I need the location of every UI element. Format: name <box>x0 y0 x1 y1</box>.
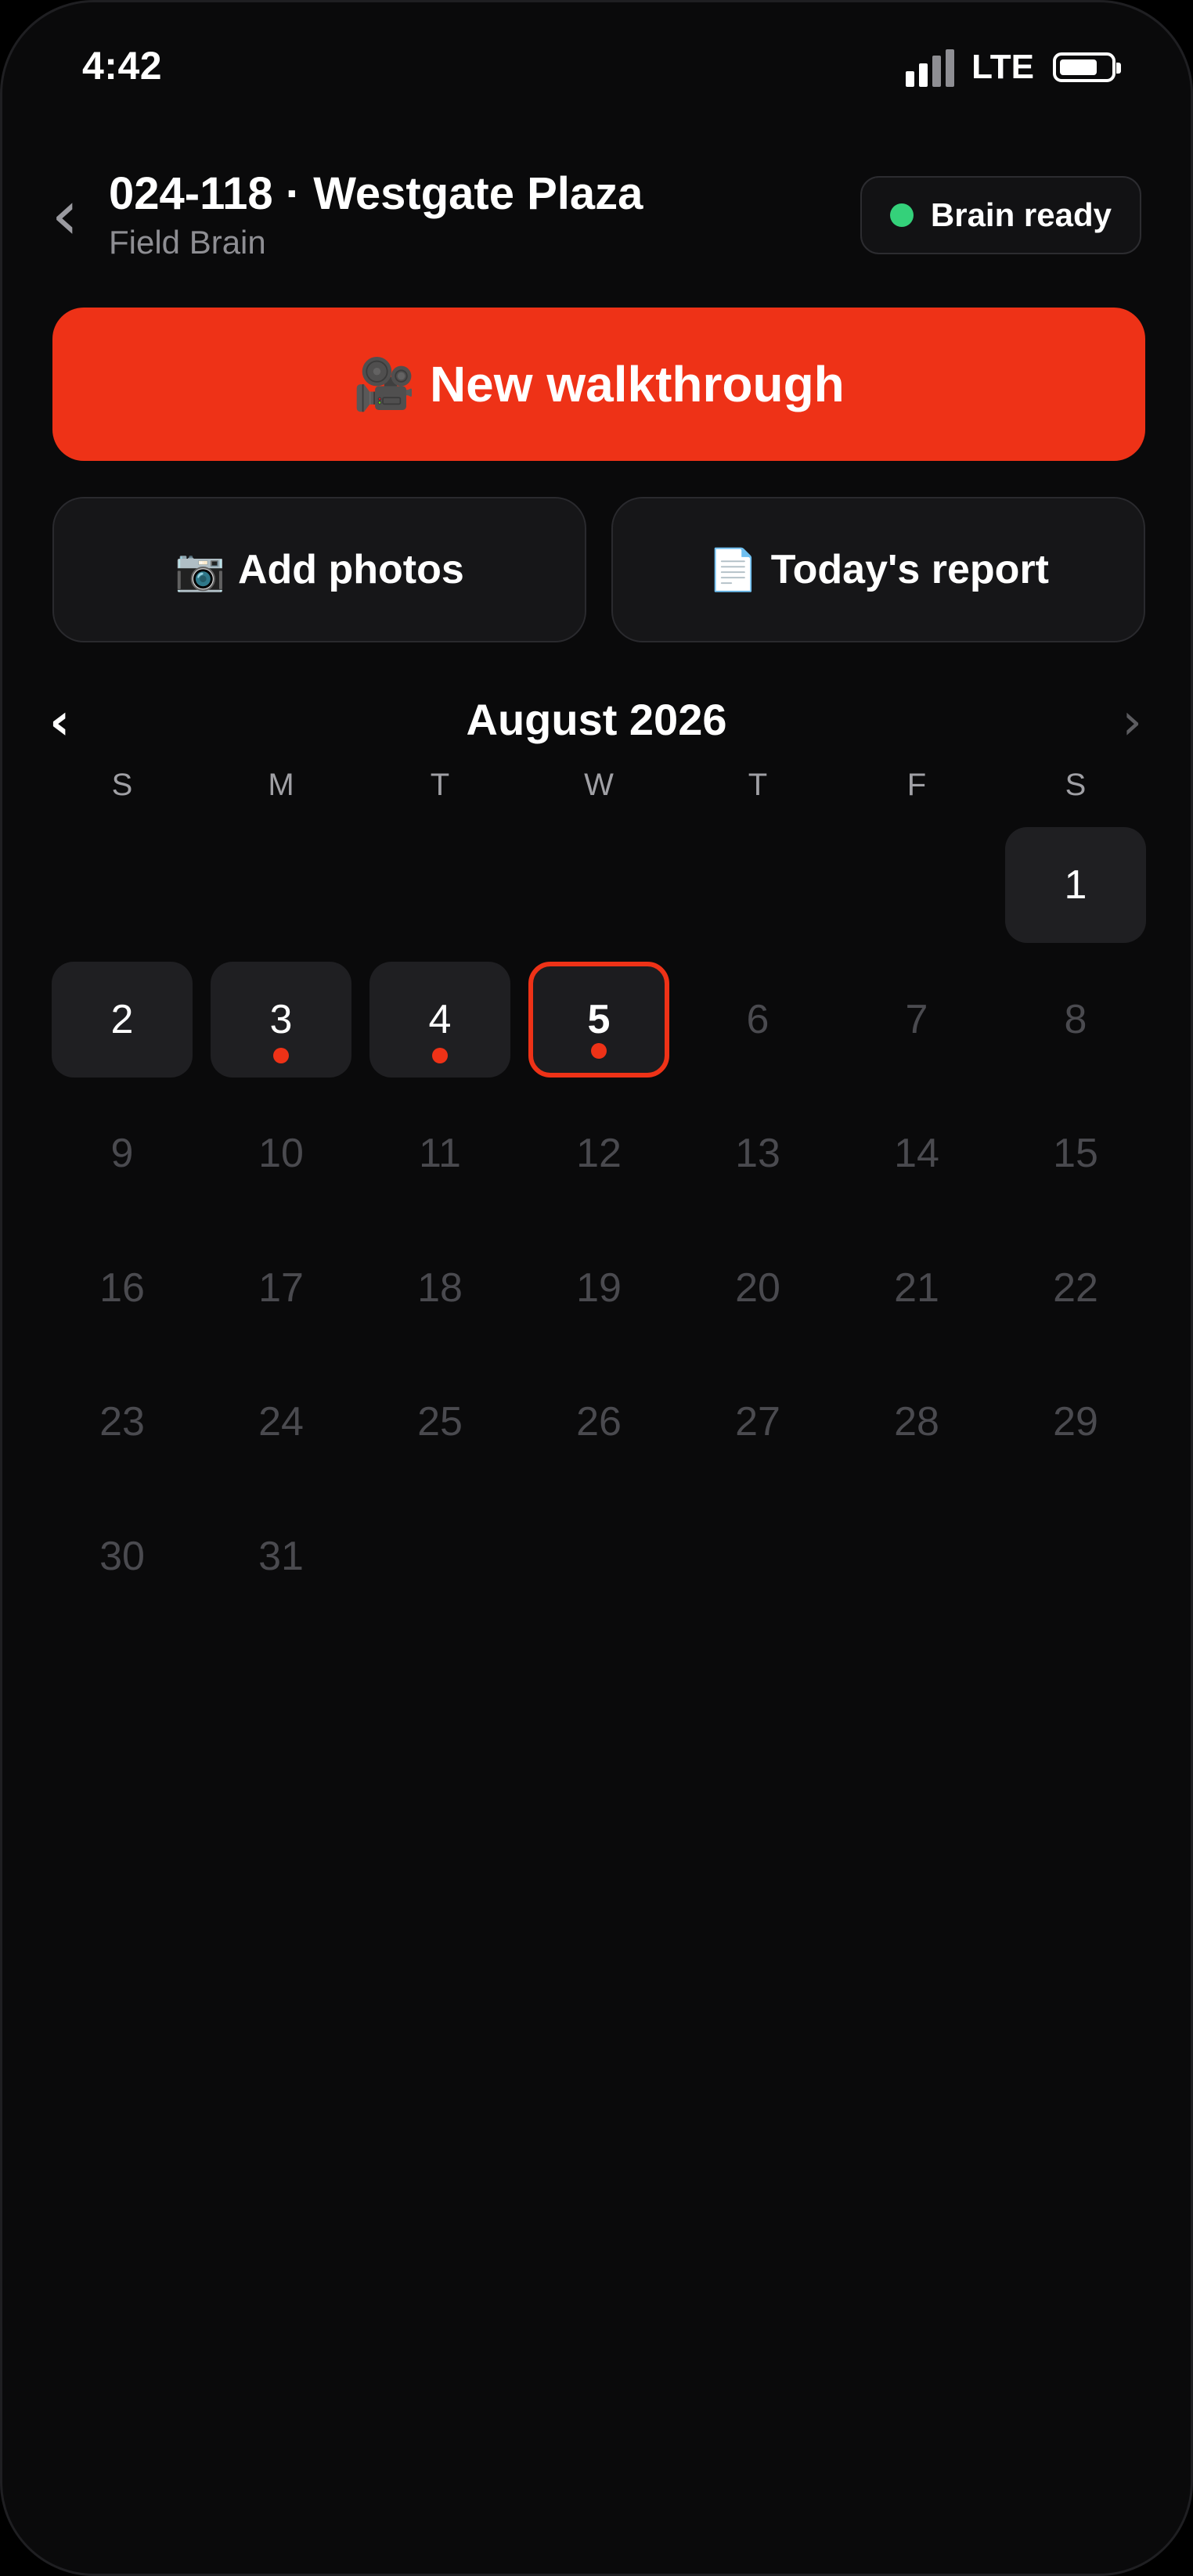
new-walkthrough-button[interactable]: 🎥 New walkthrough <box>52 308 1145 461</box>
day-number: 8 <box>1064 997 1087 1042</box>
todays-report-button[interactable]: 📄 Today's report <box>611 497 1145 642</box>
calendar-day[interactable]: 15 <box>1005 1096 1146 1211</box>
day-number: 26 <box>576 1399 622 1445</box>
weekday-label: M <box>268 768 294 802</box>
calendar-day[interactable]: 18 <box>369 1230 510 1346</box>
next-month-button[interactable]: › <box>1122 691 1142 754</box>
camera-icon: 📷 <box>175 546 225 594</box>
calendar-day[interactable]: 11 <box>369 1096 510 1211</box>
activity-dot-icon <box>591 1043 607 1059</box>
day-number: 22 <box>1053 1265 1098 1311</box>
brain-status-label: Brain ready <box>930 196 1112 233</box>
calendar-day[interactable]: 25 <box>369 1364 510 1480</box>
add-photos-button[interactable]: 📷 Add photos <box>52 497 586 642</box>
calendar-day[interactable]: 8 <box>1005 962 1146 1078</box>
day-number: 20 <box>735 1265 780 1311</box>
day-number: 7 <box>905 997 928 1042</box>
calendar-day[interactable]: 21 <box>846 1230 987 1346</box>
calendar-day[interactable]: 7 <box>846 962 987 1078</box>
calendar-day[interactable]: 16 <box>52 1230 193 1346</box>
day-number: 13 <box>735 1131 780 1176</box>
day-number: 4 <box>428 997 452 1042</box>
weekday-label: S <box>111 768 133 802</box>
calendar-day[interactable]: 13 <box>687 1096 828 1211</box>
activity-dot-icon <box>273 1048 289 1063</box>
day-number: 27 <box>735 1399 780 1445</box>
calendar-day[interactable]: 28 <box>846 1364 987 1480</box>
calendar-day[interactable]: 31 <box>211 1498 351 1614</box>
day-number: 23 <box>99 1399 145 1445</box>
cellular-signal-icon <box>906 48 955 87</box>
add-photos-label: Add photos <box>237 547 464 592</box>
back-button[interactable]: ‹ <box>43 176 87 254</box>
calendar-day[interactable]: 20 <box>687 1230 828 1346</box>
calendar-day[interactable]: 24 <box>211 1364 351 1480</box>
project-title: 024-118 · Westgate Plaza <box>109 168 643 219</box>
calendar-day[interactable]: 2 <box>52 962 193 1078</box>
day-number: 1 <box>1064 862 1087 908</box>
calendar-day[interactable]: 9 <box>52 1096 193 1211</box>
weekday-label: T <box>748 768 768 802</box>
day-number: 28 <box>894 1399 939 1445</box>
weekday-label: T <box>430 768 450 802</box>
day-number: 18 <box>417 1265 463 1311</box>
calendar-day[interactable]: 6 <box>687 962 828 1078</box>
calendar-day-selected[interactable]: 5 <box>528 962 669 1078</box>
day-number: 16 <box>99 1265 145 1311</box>
day-number: 10 <box>258 1131 304 1176</box>
calendar-month-label: August 2026 <box>466 695 727 744</box>
calendar-day[interactable]: 26 <box>528 1364 669 1480</box>
weekday-label: S <box>1065 768 1087 802</box>
calendar-day[interactable]: 19 <box>528 1230 669 1346</box>
calendar-day[interactable]: 22 <box>1005 1230 1146 1346</box>
day-number: 17 <box>258 1265 304 1311</box>
brain-status-badge: Brain ready <box>860 176 1141 254</box>
todays-report-label: Today's report <box>770 547 1049 592</box>
calendar-day[interactable]: 23 <box>52 1364 193 1480</box>
day-number: 12 <box>576 1131 622 1176</box>
day-number: 29 <box>1053 1399 1098 1445</box>
status-dot-icon <box>889 203 914 227</box>
video-camera-icon: 🎥 <box>353 355 416 414</box>
phone-screen: 4:42 LTE ‹ 024-118 · Westgate Plaza Fiel… <box>0 0 1193 2576</box>
calendar-day[interactable]: 27 <box>687 1364 828 1480</box>
day-number: 15 <box>1053 1131 1098 1176</box>
day-number: 2 <box>110 997 134 1042</box>
day-number: 31 <box>258 1534 304 1579</box>
battery-icon <box>1053 52 1121 82</box>
calendar-day[interactable]: 1 <box>1005 827 1146 943</box>
day-number: 5 <box>587 997 611 1042</box>
calendar-day[interactable]: 4 <box>369 962 510 1078</box>
day-number: 30 <box>99 1534 145 1579</box>
day-number: 14 <box>894 1131 939 1176</box>
day-number: 9 <box>110 1131 134 1176</box>
weekday-label: W <box>584 768 614 802</box>
calendar-day[interactable]: 3 <box>211 962 351 1078</box>
calendar-day[interactable]: 29 <box>1005 1364 1146 1480</box>
calendar-day[interactable]: 30 <box>52 1498 193 1614</box>
day-number: 24 <box>258 1399 304 1445</box>
status-time: 4:42 <box>82 44 163 88</box>
activity-dot-icon <box>432 1048 448 1063</box>
new-walkthrough-label: New walkthrough <box>429 356 845 412</box>
document-icon: 📄 <box>708 546 759 594</box>
network-type: LTE <box>971 48 1034 86</box>
project-subtitle: Field Brain <box>109 224 266 261</box>
day-number: 25 <box>417 1399 463 1445</box>
calendar-day[interactable]: 17 <box>211 1230 351 1346</box>
calendar-day[interactable]: 12 <box>528 1096 669 1211</box>
calendar-day[interactable]: 14 <box>846 1096 987 1211</box>
calendar-day[interactable]: 10 <box>211 1096 351 1211</box>
day-number: 21 <box>894 1265 939 1311</box>
status-indicators: LTE <box>906 48 1121 87</box>
weekday-label: F <box>906 768 927 802</box>
day-number: 11 <box>419 1131 461 1176</box>
day-number: 6 <box>746 997 770 1042</box>
day-number: 19 <box>576 1265 622 1311</box>
project-header: 024-118 · Westgate Plaza Field Brain <box>109 167 643 262</box>
day-number: 3 <box>269 997 293 1042</box>
